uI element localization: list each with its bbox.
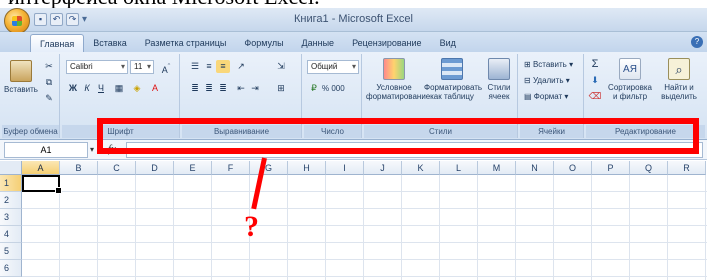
worksheet-grid[interactable]: ABCDEFGHIJKLMNOPQR 123456 [0,161,707,280]
column-header[interactable]: G [250,161,288,175]
column-header[interactable]: M [478,161,516,175]
cell-styles-button[interactable]: Стили ячеек [482,58,516,101]
grid-line [22,208,707,209]
tab-view[interactable]: Вид [431,34,465,52]
active-cell[interactable] [22,175,62,194]
group-label-clipboard: Буфер обмена [2,125,59,138]
column-header[interactable]: P [592,161,630,175]
underline-icon[interactable]: Ч [94,82,108,95]
clear-icon[interactable]: ⌫ [588,90,602,103]
row-header[interactable]: 4 [0,226,22,243]
tab-data[interactable]: Данные [293,34,344,52]
row-header[interactable]: 6 [0,260,22,277]
row-header[interactable]: 1 [0,175,22,192]
format-as-table-icon [441,58,463,80]
borders-icon[interactable]: ▦ [112,82,126,95]
ribbon-tabs: Главная Вставка Разметка страницы Формул… [0,32,707,52]
help-icon[interactable]: ? [691,36,703,48]
find-select-button[interactable]: ⌕ Найти и выделить [656,58,702,101]
tab-formulas[interactable]: Формулы [235,34,292,52]
copy-icon[interactable]: ⧉ [42,76,56,89]
fill-icon[interactable]: ⬇ [588,74,602,87]
column-header[interactable]: H [288,161,326,175]
align-center-icon[interactable]: ≣ [202,82,216,95]
italic-icon[interactable]: К [80,82,94,95]
column-header[interactable]: L [440,161,478,175]
delete-cells-button[interactable]: ⊟ Удалить ▾ [524,74,570,87]
row-header[interactable]: 5 [0,243,22,260]
decrease-indent-icon[interactable]: ⇤ [234,82,248,95]
merge-cells-icon[interactable]: ⊞ [274,82,288,95]
wrap-text-icon[interactable]: ⇲ [274,60,288,73]
paste-button[interactable]: Вставить [4,60,38,94]
insert-cells-button[interactable]: ⊞ Вставить ▾ [524,58,573,71]
align-top-icon[interactable]: ☰ [188,60,202,73]
grow-font-icon[interactable]: Aˆ [156,60,176,75]
grid-line [22,225,707,226]
format-as-table-button[interactable]: Форматировать как таблицу [424,58,482,101]
currency-icon[interactable]: ₽ [307,82,321,95]
column-header[interactable]: K [402,161,440,175]
fill-color-icon[interactable]: ◈ [130,82,144,95]
column-header[interactable]: E [174,161,212,175]
name-box-dropdown-icon[interactable]: ▾ [90,145,94,154]
percent-style-button[interactable]: % 000 [322,82,345,95]
grid-line [22,276,707,277]
conditional-formatting-button[interactable]: Условное форматирование [366,58,430,101]
column-header[interactable]: O [554,161,592,175]
column-header[interactable]: R [668,161,706,175]
window-title: Книга1 - Microsoft Excel [294,13,413,25]
align-left-icon[interactable]: ≣ [188,82,202,95]
select-all-corner[interactable] [0,161,22,175]
tab-insert[interactable]: Вставка [84,34,135,52]
column-header[interactable]: Q [630,161,668,175]
column-header[interactable]: C [98,161,136,175]
grid-line [22,191,707,192]
paste-icon [10,60,32,82]
bold-icon[interactable]: Ж [66,82,80,95]
increase-indent-icon[interactable]: ⇥ [248,82,262,95]
sort-filter-icon: AЯ [619,58,641,80]
tab-page-layout[interactable]: Разметка страницы [136,34,236,52]
column-header[interactable]: N [516,161,554,175]
tab-review[interactable]: Рецензирование [343,34,431,52]
format-cells-button[interactable]: ▤ Формат ▾ [524,90,568,103]
column-header[interactable]: A [22,161,60,175]
font-size-select[interactable]: 11 [130,60,154,74]
align-middle-icon[interactable]: ≡ [202,60,216,73]
column-header[interactable]: D [136,161,174,175]
row-header[interactable]: 2 [0,192,22,209]
highlight-frame [97,118,699,154]
autosum-icon[interactable]: Σ [588,58,602,71]
grid-line [22,242,707,243]
column-header[interactable]: F [212,161,250,175]
column-header[interactable]: I [326,161,364,175]
grid-line [22,259,707,260]
row-header[interactable]: 3 [0,209,22,226]
title-bar: ▪ ↶ ↷ ▾ Книга1 - Microsoft Excel [0,8,707,34]
group-clipboard: Вставить ✂ ⧉ ✎ Буфер обмена [2,54,60,138]
cell-styles-icon [488,58,510,80]
orientation-icon[interactable]: ↗ [234,60,248,73]
sort-filter-button[interactable]: AЯ Сортировка и фильтр [606,58,654,101]
column-header[interactable]: J [364,161,402,175]
align-bottom-icon[interactable]: ≡ [216,60,230,73]
question-mark: ? [244,210,259,243]
column-header[interactable]: B [60,161,98,175]
name-box[interactable]: A1 [4,142,88,158]
font-color-icon[interactable]: A [148,82,162,95]
align-right-icon[interactable]: ≣ [216,82,230,95]
tab-home[interactable]: Главная [30,34,85,52]
cut-icon[interactable]: ✂ [42,60,56,73]
binoculars-icon: ⌕ [668,58,690,80]
format-painter-icon[interactable]: ✎ [42,92,56,105]
conditional-formatting-icon [383,58,405,80]
number-format-select[interactable]: Общий [307,60,359,74]
font-name-select[interactable]: Calibri [66,60,128,74]
